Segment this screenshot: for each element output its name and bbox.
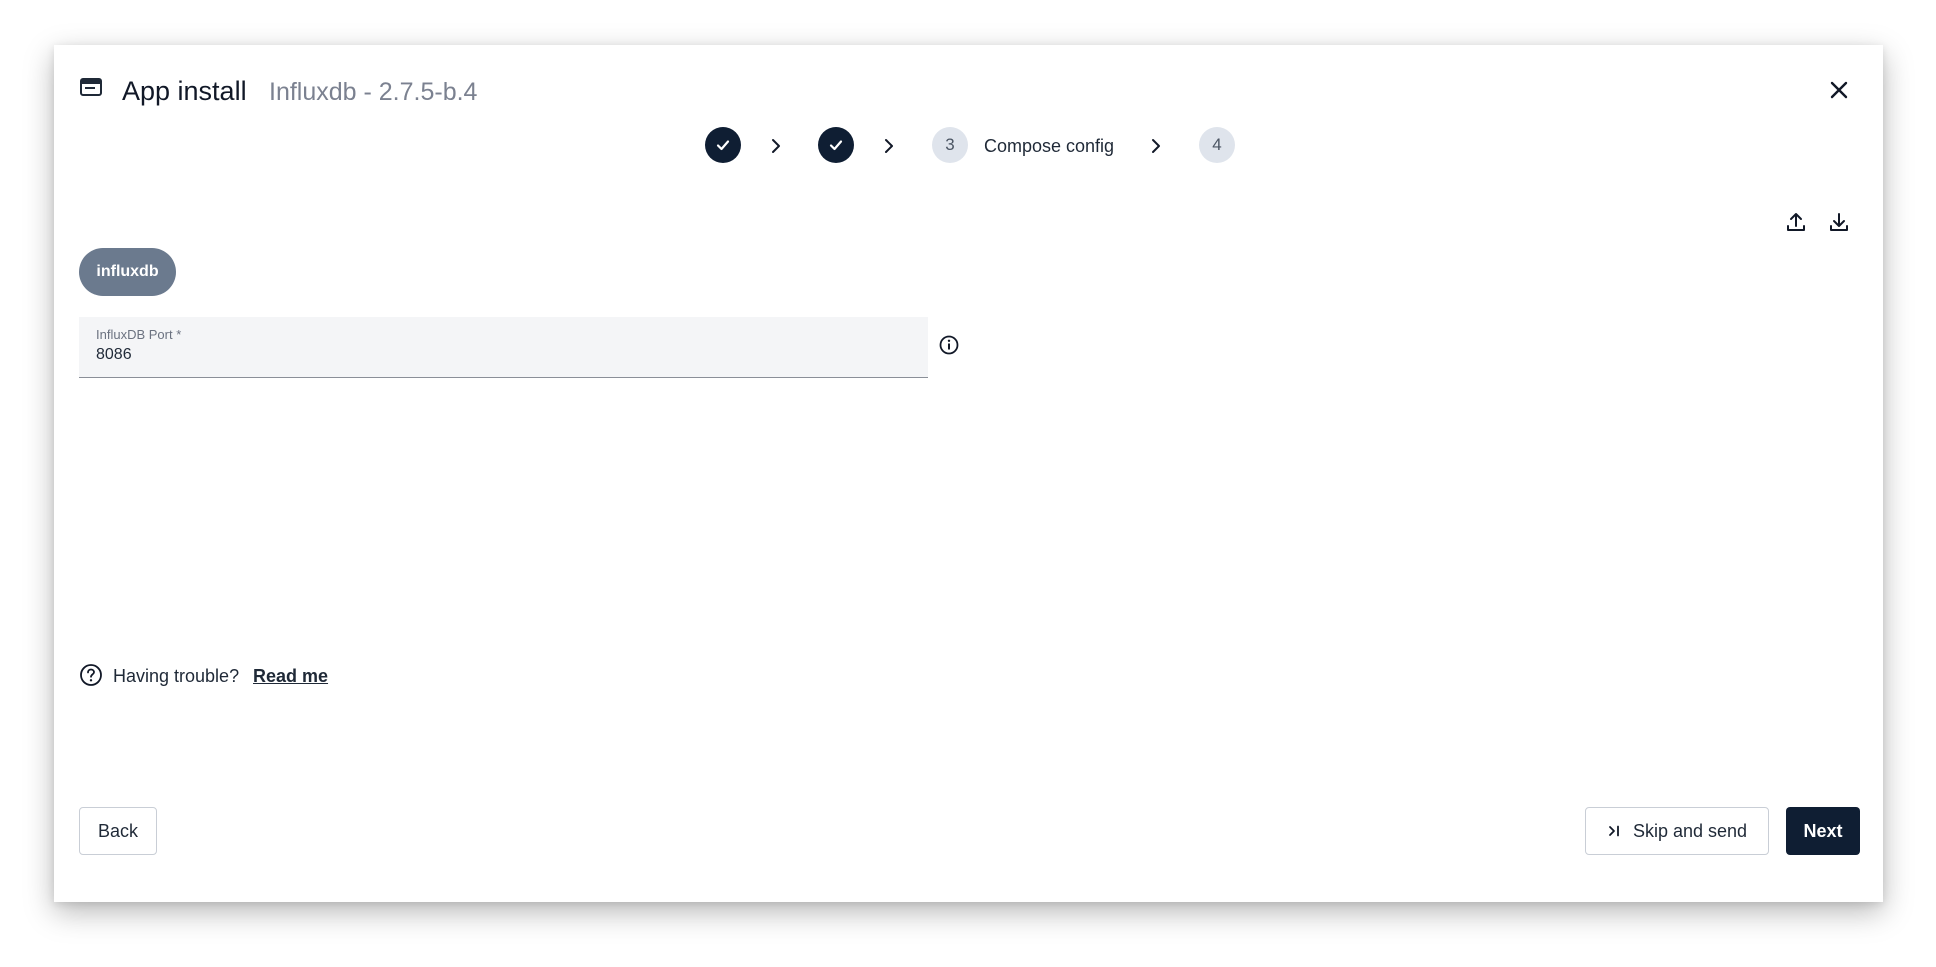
chevron-right-icon [1152,139,1160,153]
dialog-title: App install [122,76,247,106]
skip-and-send-label: Skip and send [1632,820,1748,841]
chevron-right-icon [772,139,780,153]
skip-and-send-button[interactable]: Skip and send [1585,807,1769,855]
port-input[interactable]: 8086 [96,346,132,364]
skip-icon [1609,825,1619,837]
app-version-subtitle: Influxdb - 2.7.5-b.4 [269,78,478,106]
influxdb-port-field[interactable]: InfluxDB Port * 8086 [79,317,928,378]
app-window-icon [80,78,102,96]
info-icon[interactable] [938,334,960,356]
close-icon[interactable] [1827,78,1851,102]
step-4[interactable]: 4 [1199,127,1235,163]
back-button[interactable]: Back [79,807,157,855]
help-circle-icon [80,664,102,686]
step-3-label: Compose config [984,136,1115,156]
read-me-link[interactable]: Read me [253,665,328,687]
app-install-dialog: App install Influxdb - 2.7.5-b.4 3 Compo… [54,45,1883,902]
check-icon [829,140,843,151]
step-1-completed[interactable] [705,127,741,163]
next-button[interactable]: Next [1786,807,1860,855]
help-text: Having trouble? [113,666,240,686]
chevron-right-icon [885,139,893,153]
field-label: InfluxDB Port * [96,327,182,342]
step-2-completed[interactable] [818,127,854,163]
step-3-current[interactable]: 3 [932,127,968,163]
check-icon [716,140,730,151]
service-chip-influxdb[interactable]: influxdb [79,248,176,296]
download-icon[interactable] [1826,209,1852,235]
upload-icon[interactable] [1783,209,1809,235]
